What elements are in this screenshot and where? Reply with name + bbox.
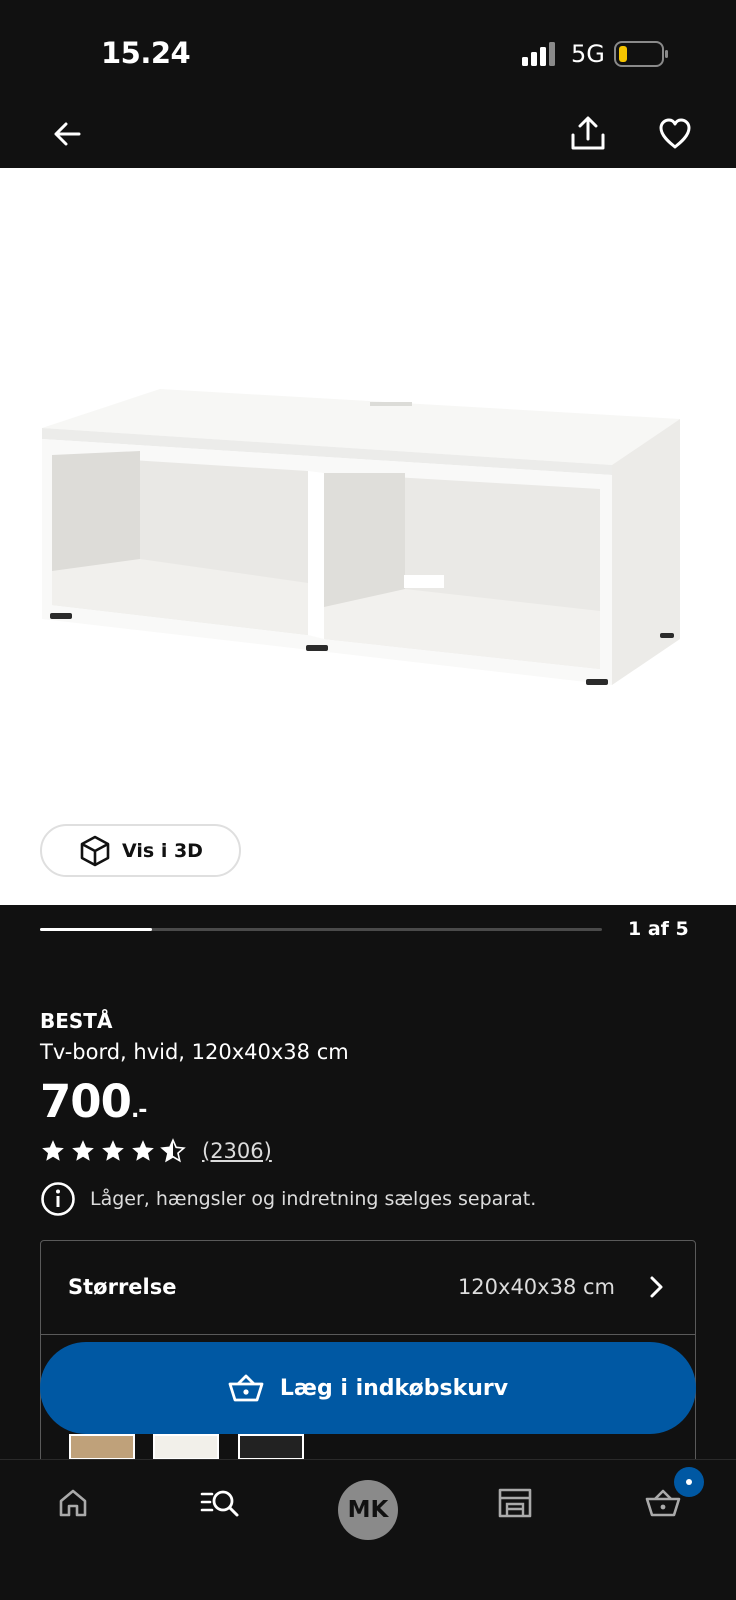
product-price: 700.- bbox=[40, 1075, 147, 1128]
cube-icon bbox=[80, 835, 110, 866]
arrow-left-icon bbox=[54, 122, 81, 146]
add-to-cart-label: Læg i indkøbskurv bbox=[279, 1375, 509, 1401]
cart-badge bbox=[674, 1467, 704, 1497]
status-time: 15.24 bbox=[101, 36, 191, 70]
color-swatch-white[interactable] bbox=[153, 1434, 219, 1460]
view-in-3d-label: Vis i 3D bbox=[122, 839, 203, 862]
product-description: Tv-bord, hvid, 120x40x38 cm bbox=[40, 1040, 349, 1064]
star-full-icon bbox=[72, 1140, 94, 1161]
cart-badge-dot bbox=[686, 1479, 692, 1485]
favorite-button[interactable] bbox=[651, 110, 699, 158]
product-image-gallery[interactable]: Vis i 3D bbox=[0, 168, 736, 905]
share-icon bbox=[571, 116, 605, 150]
color-swatch-black[interactable] bbox=[238, 1434, 304, 1460]
star-full-icon bbox=[42, 1140, 64, 1161]
product-notice: Låger, hængsler og indretning sælges sep… bbox=[40, 1181, 536, 1217]
battery-icon bbox=[614, 41, 668, 67]
size-label: Størrelse bbox=[68, 1275, 177, 1299]
product-brand: BESTÅ bbox=[40, 1009, 113, 1033]
top-nav bbox=[0, 100, 736, 168]
network-label: 5G bbox=[571, 40, 605, 68]
gallery-progress-bar bbox=[40, 928, 602, 931]
basket-icon bbox=[228, 1374, 264, 1402]
home-icon bbox=[59, 1489, 87, 1517]
gallery-page-counter: 1 af 5 bbox=[628, 918, 689, 940]
chevron-right-icon bbox=[650, 1276, 663, 1298]
back-button[interactable] bbox=[43, 110, 91, 158]
add-to-cart-button[interactable]: Læg i indkøbskurv bbox=[40, 1342, 696, 1434]
gallery-progress-fill bbox=[40, 928, 153, 931]
store-icon bbox=[498, 1488, 532, 1518]
product-rating[interactable]: (2306) bbox=[40, 1138, 272, 1164]
search-list-icon bbox=[200, 1490, 239, 1517]
price-value: 700 bbox=[40, 1075, 132, 1128]
star-full-icon bbox=[102, 1140, 124, 1161]
nav-stores[interactable] bbox=[480, 1460, 550, 1546]
size-selector[interactable]: Størrelse 120x40x38 cm bbox=[41, 1241, 695, 1335]
size-value: 120x40x38 cm bbox=[457, 1275, 615, 1299]
notice-text: Låger, hængsler og indretning sælges sep… bbox=[90, 1188, 537, 1210]
bottom-nav: MK bbox=[0, 1459, 736, 1600]
avatar: MK bbox=[338, 1480, 398, 1540]
nav-search[interactable] bbox=[185, 1460, 255, 1546]
view-in-3d-button[interactable]: Vis i 3D bbox=[40, 824, 241, 877]
star-half-icon bbox=[160, 1138, 186, 1163]
share-button[interactable] bbox=[564, 110, 612, 158]
product-image bbox=[42, 389, 680, 685]
status-bar: 15.24 5G bbox=[0, 0, 736, 100]
price-suffix: .- bbox=[130, 1098, 147, 1123]
review-count-link[interactable]: (2306) bbox=[202, 1139, 272, 1163]
nav-home[interactable] bbox=[38, 1460, 108, 1546]
color-swatch-oak[interactable] bbox=[69, 1434, 135, 1460]
info-icon bbox=[41, 1182, 75, 1216]
signal-icon bbox=[522, 42, 555, 66]
basket-icon bbox=[645, 1489, 681, 1517]
heart-icon bbox=[659, 118, 691, 149]
star-full-icon bbox=[132, 1140, 154, 1161]
nav-profile[interactable]: MK bbox=[333, 1460, 403, 1546]
